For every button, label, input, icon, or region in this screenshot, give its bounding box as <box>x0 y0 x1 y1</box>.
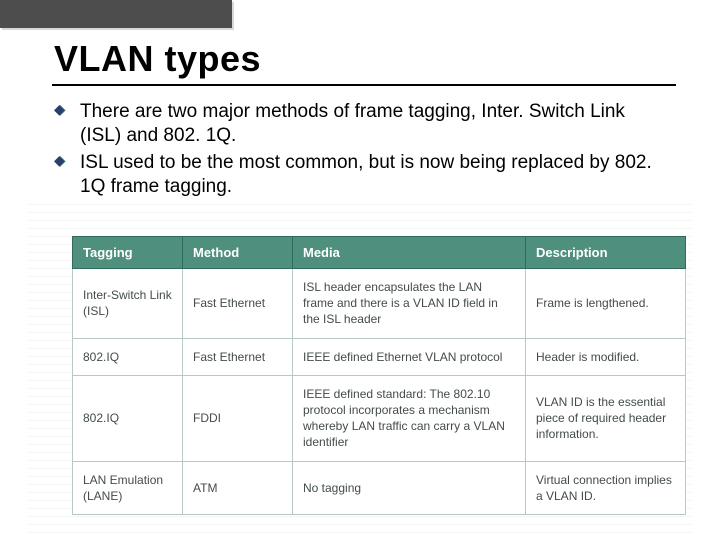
cell-media: No tagging <box>293 461 526 514</box>
table-row: Inter-Switch Link (ISL) Fast Ethernet IS… <box>73 269 686 339</box>
top-accent-bar <box>0 0 232 28</box>
cell-description: VLAN ID is the essential piece of requir… <box>526 375 686 461</box>
content-area: VLAN types There are two major methods o… <box>0 0 720 199</box>
cell-method: Fast Ethernet <box>183 338 293 375</box>
table-row: 802.IQ Fast Ethernet IEEE defined Ethern… <box>73 338 686 375</box>
cell-media: IEEE defined Ethernet VLAN protocol <box>293 338 526 375</box>
table-header-row: Tagging Method Media Description <box>73 237 686 269</box>
col-media: Media <box>293 237 526 269</box>
cell-tagging: LAN Emulation (LANE) <box>73 461 183 514</box>
cell-media: IEEE defined standard: The 802.10 protoc… <box>293 375 526 461</box>
col-method: Method <box>183 237 293 269</box>
col-description: Description <box>526 237 686 269</box>
list-item: ISL used to be the most common, but is n… <box>74 151 670 200</box>
tagging-table: Tagging Method Media Description Inter-S… <box>72 236 686 515</box>
col-tagging: Tagging <box>73 237 183 269</box>
slide: VLAN types There are two major methods o… <box>0 0 720 540</box>
cell-tagging: 802.IQ <box>73 375 183 461</box>
cell-method: Fast Ethernet <box>183 269 293 339</box>
cell-description: Frame is lengthened. <box>526 269 686 339</box>
cell-tagging: 802.IQ <box>73 338 183 375</box>
cell-media: ISL header encapsulates the LAN frame an… <box>293 269 526 339</box>
cell-method: FDDI <box>183 375 293 461</box>
cell-method: ATM <box>183 461 293 514</box>
table-row: LAN Emulation (LANE) ATM No tagging Virt… <box>73 461 686 514</box>
list-item: There are two major methods of frame tag… <box>74 100 670 149</box>
bullet-list: There are two major methods of frame tag… <box>52 100 676 199</box>
cell-description: Header is modified. <box>526 338 686 375</box>
cell-tagging: Inter-Switch Link (ISL) <box>73 269 183 339</box>
cell-description: Virtual connection implies a VLAN ID. <box>526 461 686 514</box>
page-title: VLAN types <box>52 38 676 86</box>
table-row: 802.IQ FDDI IEEE defined standard: The 8… <box>73 375 686 461</box>
table-wrap: Tagging Method Media Description Inter-S… <box>72 236 686 515</box>
